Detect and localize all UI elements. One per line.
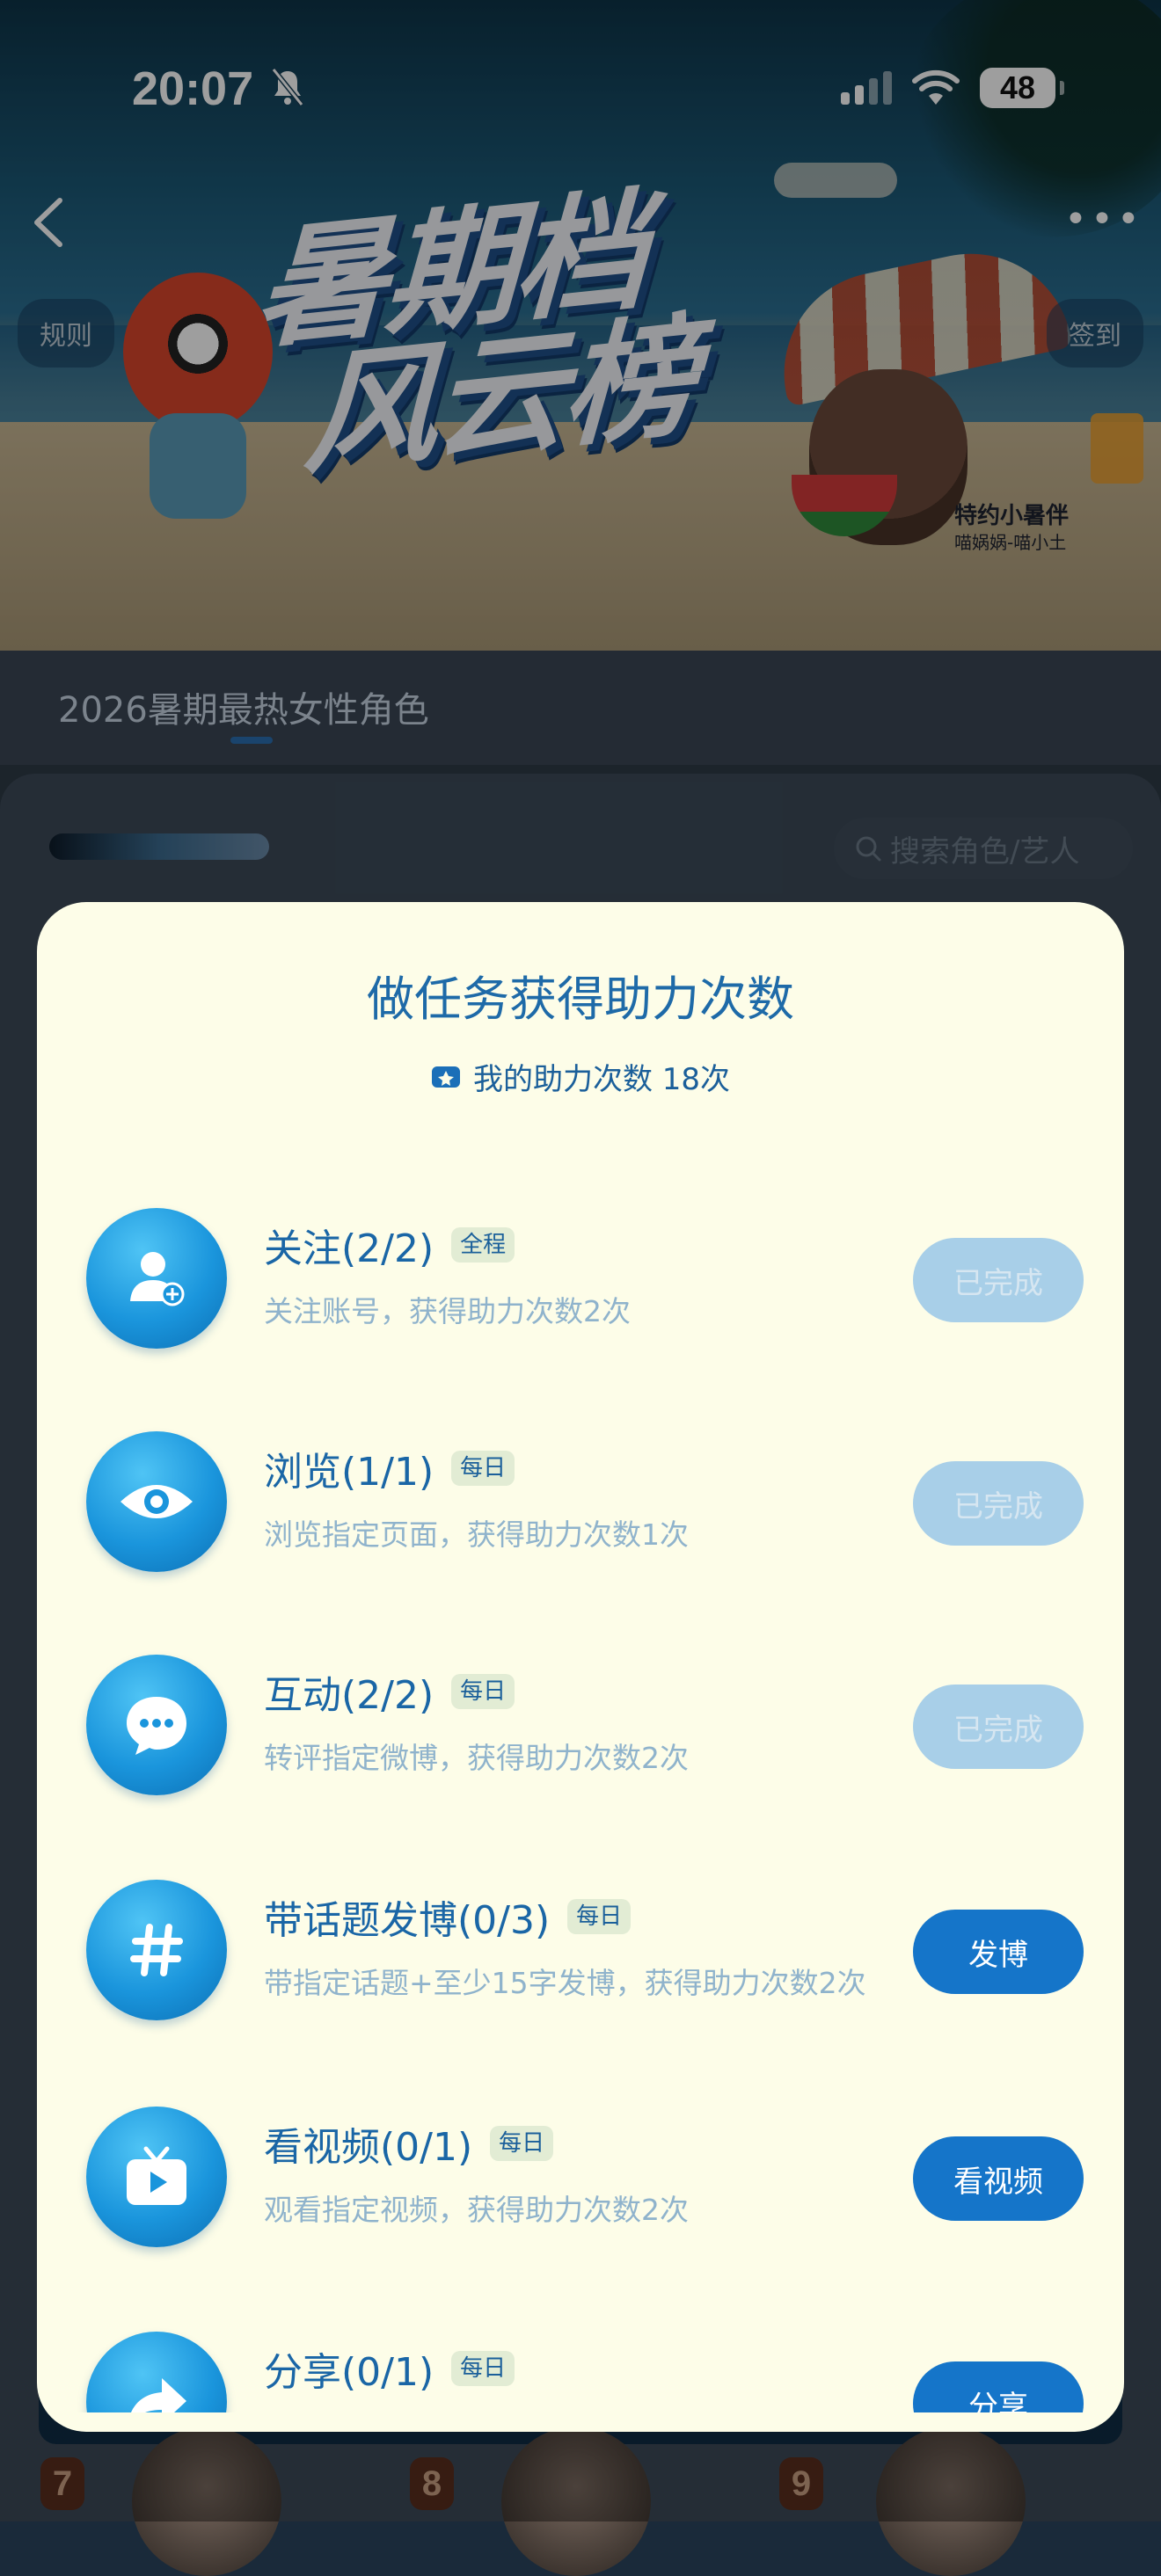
task-name: 关注(2/2) 全程: [264, 1217, 515, 1273]
modal-title: 做任务获得助力次数: [367, 971, 794, 1027]
eye-icon: [86, 1431, 227, 1572]
task-item-share: 分享(0/1) 每日 分享: [37, 2332, 1124, 2412]
task-completed-button[interactable]: 已完成: [913, 1238, 1084, 1322]
task-frequency-badge: 每日: [451, 1451, 515, 1486]
task-description: 关注账号，获得助力次数2次: [264, 1294, 631, 1328]
post-weibo-button[interactable]: 发博: [913, 1910, 1084, 1994]
assist-ticket-icon: [431, 1066, 460, 1088]
task-name: 分享(0/1) 每日: [264, 2340, 515, 2397]
task-item-topic-post: 带话题发博(0/3) 每日 带指定话题+至少15字发博，获得助力次数2次 发博: [37, 1880, 1124, 2056]
assist-count-label: 我的助力次数 18次: [472, 1062, 731, 1097]
task-completed-button[interactable]: 已完成: [913, 1685, 1084, 1769]
task-title: 浏览(1/1): [264, 1450, 434, 1495]
share-arrow-icon: [86, 2332, 227, 2412]
task-name: 看视频(0/1) 每日: [264, 2115, 554, 2172]
task-description: 浏览指定页面，获得助力次数1次: [264, 1517, 689, 1552]
hashtag-icon: [86, 1880, 227, 2020]
task-frequency-badge: 全程: [451, 1227, 515, 1263]
task-frequency-badge: 每日: [567, 1899, 632, 1934]
task-frequency-badge: 每日: [451, 1674, 515, 1709]
task-list[interactable]: 关注(2/2) 全程 关注账号，获得助力次数2次 已完成 浏览(1/1) 每日 …: [37, 1148, 1124, 2412]
share-button[interactable]: 分享: [913, 2361, 1084, 2412]
task-item-follow: 关注(2/2) 全程 关注账号，获得助力次数2次 已完成: [37, 1208, 1124, 1384]
task-title: 互动(2/2): [264, 1673, 434, 1718]
task-frequency-badge: 每日: [451, 2351, 515, 2386]
task-item-watch-video: 看视频(0/1) 每日 观看指定视频，获得助力次数2次 看视频: [37, 2107, 1124, 2282]
chat-bubble-icon: [86, 1655, 227, 1795]
task-title: 分享(0/1): [264, 2350, 434, 2395]
watch-video-button[interactable]: 看视频: [913, 2136, 1084, 2221]
task-description: 转评指定微博，获得助力次数2次: [264, 1741, 689, 1775]
task-name: 浏览(1/1) 每日: [264, 1440, 515, 1496]
task-item-browse: 浏览(1/1) 每日 浏览指定页面，获得助力次数1次 已完成: [37, 1431, 1124, 1607]
task-completed-button[interactable]: 已完成: [913, 1461, 1084, 1546]
task-item-interact: 互动(2/2) 每日 转评指定微博，获得助力次数2次 已完成: [37, 1655, 1124, 1830]
task-name: 带话题发博(0/3) 每日: [264, 1888, 632, 1945]
tv-play-icon: [86, 2107, 227, 2247]
task-title: 看视频(0/1): [264, 2125, 473, 2170]
task-modal: 做任务获得助力次数 我的助力次数 18次 关注(2/2) 全程 关注账号，获得助…: [37, 902, 1124, 2432]
task-name: 互动(2/2) 每日: [264, 1663, 515, 1720]
task-frequency-badge: 每日: [490, 2126, 554, 2161]
task-title: 关注(2/2): [264, 1226, 434, 1271]
task-description: 观看指定视频，获得助力次数2次: [264, 2193, 689, 2227]
follow-user-icon: [86, 1208, 227, 1349]
assist-count-row: 我的助力次数 18次: [37, 1055, 1124, 1098]
task-title: 带话题发博(0/3): [264, 1898, 551, 1943]
task-description: 带指定话题+至少15字发博，获得助力次数2次: [264, 1966, 866, 2000]
